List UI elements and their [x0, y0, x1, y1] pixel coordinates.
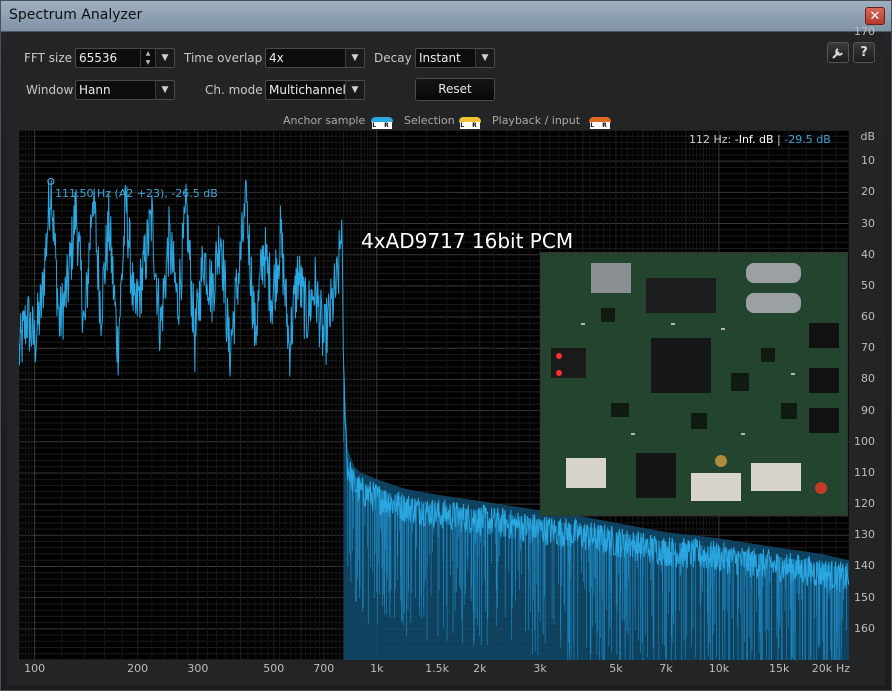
y-tick-label: 20 — [861, 185, 875, 199]
x-tick-label: 100 — [24, 662, 46, 675]
anchor-sample-swatch[interactable]: L R — [371, 117, 393, 129]
x-tick-label: 15k — [768, 662, 790, 675]
selection-label: Selection — [404, 114, 455, 127]
x-tick-label: 1.5k — [425, 662, 449, 675]
x-tick-label: 5k — [609, 662, 623, 675]
y-tick-label: dB — [860, 130, 875, 143]
y-tick-label: 70 — [861, 341, 875, 355]
close-button[interactable]: ✕ — [865, 7, 885, 25]
y-tick-label: 130 — [854, 528, 875, 542]
overlay-caption: 4xAD9717 16bit PCM — [361, 229, 574, 253]
spectrum-analyzer-window: Spectrum Analyzer ✕ FFT size 65536 ▲ ▼ ▼ … — [0, 0, 892, 691]
time-overlap-value: 4x — [269, 51, 284, 65]
y-tick-label: 10 — [861, 154, 875, 168]
ch-mode-label: Ch. mode — [205, 83, 263, 97]
x-tick-label: 200 — [127, 662, 149, 675]
y-tick-label: 60 — [861, 310, 875, 324]
y-tick-label: 80 — [861, 372, 875, 386]
readout-freq: 112 Hz: — [689, 133, 732, 146]
fft-size-stepper[interactable]: ▲ ▼ — [140, 49, 155, 67]
time-overlap-dropdown[interactable]: 4x ▼ — [265, 48, 365, 68]
decay-label: Decay — [374, 51, 412, 65]
chevron-down-icon[interactable]: ▼ — [155, 81, 174, 99]
window-value: Hann — [79, 83, 111, 97]
y-tick-label: 140 — [854, 559, 875, 573]
y-tick-label: 30 — [861, 216, 875, 230]
window-title: Spectrum Analyzer — [9, 7, 143, 23]
readout-separator: | — [777, 133, 781, 146]
readout-level2: -29.5 dB — [784, 133, 831, 146]
analyzer-body: FFT size 65536 ▲ ▼ ▼ Time overlap 4x ▼ De… — [7, 25, 885, 686]
y-tick-label: 40 — [861, 247, 875, 261]
playback-lr-text: L R — [590, 122, 610, 129]
fft-size-dropdown[interactable]: 65536 ▲ ▼ ▼ — [75, 48, 175, 68]
chevron-down-icon[interactable]: ▼ — [475, 49, 494, 67]
x-tick-label: 10k — [708, 662, 730, 675]
time-overlap-label: Time overlap — [184, 51, 263, 65]
title-bar[interactable]: Spectrum Analyzer ✕ — [1, 1, 891, 32]
y-tick-label: 100 — [854, 434, 875, 448]
decay-value: Instant — [419, 51, 461, 65]
playback-input-label: Playback / input — [492, 114, 581, 127]
selection-swatch[interactable]: L R — [459, 117, 481, 129]
y-tick-label: 50 — [861, 278, 875, 292]
anchor-lr-text: L R — [372, 122, 392, 129]
y-tick-label: 110 — [854, 465, 875, 479]
help-button[interactable]: ? — [853, 42, 875, 63]
x-tick-label: 500 — [263, 662, 285, 675]
playback-swatch[interactable]: L R — [589, 117, 611, 129]
pcb-photo — [540, 252, 848, 516]
x-tick-label: 1k — [370, 662, 384, 675]
x-tick-label: 700 — [313, 662, 335, 675]
selection-lr-text: L R — [460, 122, 480, 129]
ch-mode-dropdown[interactable]: Multichannel ▼ — [265, 80, 365, 100]
x-tick-label: 3k — [533, 662, 547, 675]
y-tick-label: 120 — [854, 497, 875, 511]
chevron-down-icon[interactable]: ▼ — [155, 49, 174, 67]
x-tick-label: 7k — [659, 662, 673, 675]
peak-marker-label: 111.50 Hz (A2 +23), -26.5 dB — [55, 187, 218, 200]
x-tick-label: 20k — [811, 662, 833, 675]
y-tick-label: 150 — [854, 590, 875, 604]
chevron-down-icon[interactable]: ▼ — [345, 81, 364, 99]
x-unit-label: Hz — [835, 662, 851, 675]
anchor-sample-label: Anchor sample — [283, 114, 366, 127]
window-dropdown[interactable]: Hann ▼ — [75, 80, 175, 100]
ch-mode-value: Multichannel — [269, 83, 346, 97]
reset-button[interactable]: Reset — [415, 78, 495, 101]
y-tick-label: 90 — [861, 403, 875, 417]
readout-level: -Inf. dB — [734, 133, 774, 146]
y-tick-label: 160 — [854, 621, 875, 635]
y-tick-label: 170 — [854, 25, 875, 38]
x-tick-label: 300 — [187, 662, 209, 675]
fft-size-value: 65536 — [79, 51, 118, 65]
window-label: Window — [26, 83, 74, 97]
chevron-down-icon[interactable]: ▼ — [345, 49, 364, 67]
fft-size-label: FFT size — [24, 51, 73, 65]
decay-dropdown[interactable]: Instant ▼ — [415, 48, 495, 68]
wrench-icon[interactable] — [827, 42, 849, 63]
x-tick-label: 2k — [473, 662, 487, 675]
cursor-readout: 112 Hz: -Inf. dB | -29.5 dB — [689, 133, 831, 146]
